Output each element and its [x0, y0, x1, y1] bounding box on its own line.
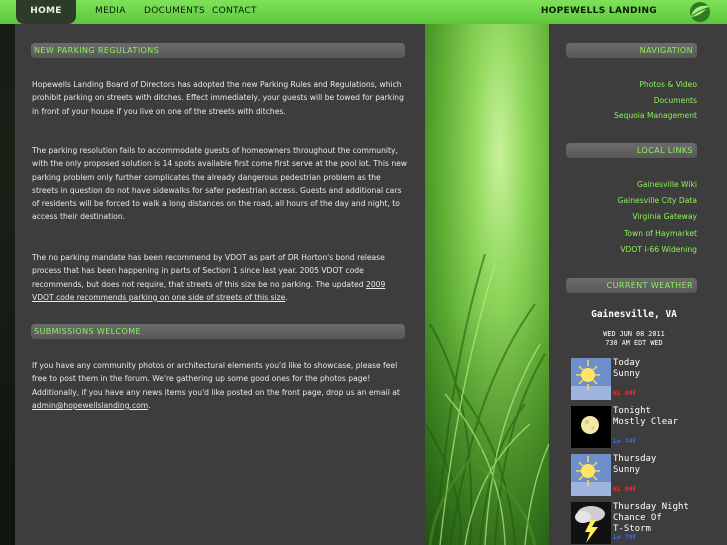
- forecast-temp: Lo 74F: [613, 437, 637, 445]
- sidebar-link-sequoia-management[interactable]: Sequoia Management: [614, 111, 697, 120]
- thunderstorm-icon: [571, 502, 611, 544]
- admin-email-link[interactable]: admin@hopewellslanding.com: [32, 401, 148, 410]
- moon-icon: [571, 406, 611, 448]
- sunny-icon: [571, 454, 611, 496]
- punctuation: .: [148, 400, 151, 410]
- nav-home[interactable]: HOME: [16, 0, 76, 24]
- sidebar-link-vdot-i66[interactable]: VDOT I-66 Widening: [620, 245, 697, 254]
- paragraph-text: If you have any community photos or arch…: [32, 361, 400, 397]
- sidebar-title-weather: CURRENT WEATHER: [566, 278, 697, 293]
- sidebar-link-gainesville-wiki[interactable]: Gainesville Wiki: [637, 180, 697, 189]
- forecast-temp: Hi 99F: [613, 485, 637, 493]
- paragraph-text: The no parking mandate has been recommen…: [32, 253, 385, 289]
- sidebar-link-town-of-haymarket[interactable]: Town of Haymarket: [624, 229, 697, 238]
- forecast-temp: Lo 79F: [613, 533, 637, 541]
- paragraph: If you have any community photos or arch…: [32, 359, 408, 412]
- forecast-temp: Hi 89F: [613, 389, 637, 397]
- weather-time: 730 AM EDT WED: [605, 339, 663, 347]
- sidebar-link-documents[interactable]: Documents: [654, 96, 697, 105]
- sunny-icon: [571, 358, 611, 400]
- forecast-label: Thursday Night Chance Of T-Storm: [613, 502, 689, 534]
- nav-contact[interactable]: CONTACT: [212, 0, 257, 22]
- sidebar-link-gainesville-city-data[interactable]: Gainesville City Data: [618, 196, 697, 205]
- sidebar-link-virginia-gateway[interactable]: Virginia Gateway: [632, 212, 697, 221]
- nav-media[interactable]: MEDIA: [95, 0, 126, 22]
- weather-date: WED JUN 08 2011: [603, 330, 665, 338]
- weather-city: Gainesville, VA: [591, 309, 677, 320]
- forecast-label: Today Sunny: [613, 358, 641, 379]
- section-title-parking: NEW PARKING REGULATIONS: [31, 43, 405, 58]
- grass-photo: [425, 24, 549, 545]
- site-title: HOPEWELLS LANDING: [540, 6, 657, 16]
- sidebar-title-local-links: LOCAL LINKS: [566, 143, 697, 158]
- sidebar-link-photos-video[interactable]: Photos & Video: [639, 80, 697, 89]
- punctuation: .: [285, 292, 288, 302]
- forecast-label: Thursday Sunny: [613, 454, 657, 475]
- forecast-label: Tonight Mostly Clear: [613, 406, 679, 427]
- nav-documents[interactable]: DOCUMENTS: [144, 0, 205, 22]
- sidebar-title-navigation: NAVIGATION: [566, 43, 697, 58]
- top-nav-bar: HOME MEDIA DOCUMENTS CONTACT HOPEWELLS L…: [0, 0, 727, 24]
- section-title-submissions: SUBMISSIONS WELCOME: [31, 324, 405, 339]
- paragraph: Hopewells Landing Board of Directors has…: [32, 80, 404, 116]
- paragraph: The no parking mandate has been recommen…: [32, 251, 408, 304]
- leaf-logo-icon: [690, 2, 710, 22]
- paragraph: The parking resolution fails to accommod…: [32, 146, 408, 222]
